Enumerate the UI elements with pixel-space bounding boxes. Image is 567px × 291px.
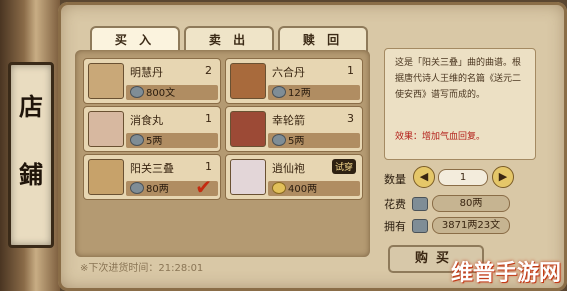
item-qty: 2 (205, 64, 212, 77)
shop-sign-char-2: 鋪 (19, 160, 43, 189)
robe-icon (230, 159, 266, 195)
goods-item[interactable]: 明慧丹 2 800文 (83, 58, 221, 104)
item-qty: 1 (205, 112, 212, 125)
coin-icon (130, 182, 144, 194)
item-name: 消食丸 (130, 114, 163, 127)
coin-icon (130, 86, 144, 98)
tab-redeem[interactable]: 赎 回 (278, 26, 368, 52)
item-price: 800文 (146, 88, 176, 99)
item-name: 明慧丹 (130, 66, 163, 79)
item-effect: 效果：增加气血回复。 (395, 132, 486, 142)
shop-sign: 店 鋪 (8, 62, 54, 248)
item-qty: 1 (205, 160, 212, 173)
try-on-button[interactable]: 试穿 (331, 159, 356, 174)
quantity-label: 数量 (384, 173, 406, 186)
currency-icon (412, 219, 428, 233)
watermark-logo: 维普手游网 (450, 261, 561, 286)
gourd-icon (230, 63, 266, 99)
pill-bottle-icon (88, 111, 124, 147)
item-qty: 3 (347, 112, 354, 125)
shop-sign-char-1: 店 (19, 92, 43, 121)
item-description: 这是「阳关三叠」曲的曲谱。根据唐代诗人王维的名篇《送元二使安西》谱写而成的。 (395, 58, 522, 100)
book-icon (88, 159, 124, 195)
goods-item[interactable]: 消食丸 1 5两 (83, 106, 221, 152)
goods-list: 明慧丹 2 800文 六合丹 1 12两 消食丸 1 5两 幸轮箭 3 5两 阳… (75, 50, 370, 257)
coin-icon (272, 86, 286, 98)
item-price: 400两 (288, 184, 318, 195)
box-icon (88, 63, 124, 99)
gold-ingot-icon (272, 182, 286, 194)
item-description-panel: 这是「阳关三叠」曲的曲谱。根据唐代诗人王维的名篇《送元二使安西》谱写而成的。 效… (384, 48, 536, 160)
owned-label: 拥有 (384, 220, 406, 233)
tab-buy[interactable]: 买 入 (90, 26, 180, 52)
cost-value: 80两 (432, 195, 510, 212)
item-name: 六合丹 (272, 66, 305, 79)
tab-sell[interactable]: 卖 出 (184, 26, 274, 52)
item-price: 5两 (146, 136, 163, 147)
arrows-icon (230, 111, 266, 147)
restock-time: ※下次进货时间：21:28:01 (80, 263, 204, 274)
item-qty: 1 (347, 64, 354, 77)
item-price: 12两 (288, 88, 311, 99)
goods-item[interactable]: 六合丹 1 12两 (225, 58, 363, 104)
coin-icon (130, 134, 144, 146)
item-name: 逍仙袍 (272, 162, 305, 175)
goods-item-selected[interactable]: 阳关三叠 1 80两 ✔ (83, 154, 221, 200)
item-name: 幸轮箭 (272, 114, 305, 127)
item-price: 5两 (288, 136, 305, 147)
quantity-input[interactable]: 1 (438, 169, 488, 186)
item-name: 阳关三叠 (130, 162, 174, 175)
goods-item[interactable]: 幸轮箭 3 5两 (225, 106, 363, 152)
coin-icon (272, 134, 286, 146)
increase-quantity-button[interactable]: ▶ (492, 166, 514, 188)
currency-icon (412, 197, 428, 211)
item-price: 80两 (146, 184, 169, 195)
goods-item[interactable]: 逍仙袍 试穿 400两 (225, 154, 363, 200)
selected-check-icon: ✔ (195, 175, 212, 199)
owned-value: 3871两23文 (432, 217, 510, 234)
decrease-quantity-button[interactable]: ◀ (413, 166, 435, 188)
cost-label: 花费 (384, 198, 406, 211)
